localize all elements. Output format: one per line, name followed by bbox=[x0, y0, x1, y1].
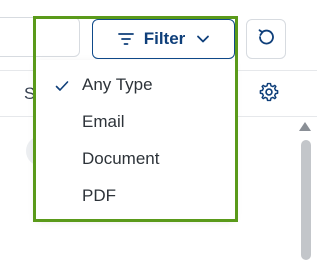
menu-item-label: Email bbox=[82, 112, 125, 131]
refresh-button[interactable] bbox=[246, 19, 286, 59]
menu-item-label: Document bbox=[82, 149, 160, 168]
scrollbar-thumb[interactable] bbox=[301, 140, 311, 260]
refresh-icon bbox=[256, 27, 276, 52]
menu-item-document[interactable]: Document bbox=[35, 141, 235, 177]
menu-item-any-type[interactable]: Any Type bbox=[35, 67, 235, 103]
scroll-up-arrow[interactable] bbox=[299, 122, 311, 131]
filter-icon bbox=[117, 30, 135, 48]
filter-dropdown-menu: Any Type Email Document PDF bbox=[35, 60, 235, 220]
filter-button[interactable]: Filter bbox=[92, 19, 235, 59]
check-icon bbox=[55, 78, 69, 92]
column-header-partial: S bbox=[24, 84, 36, 103]
menu-item-label: Any Type bbox=[82, 75, 153, 94]
menu-item-email[interactable]: Email bbox=[35, 104, 235, 140]
menu-item-pdf[interactable]: PDF bbox=[35, 178, 235, 214]
menu-item-label: PDF bbox=[82, 186, 116, 205]
filter-button-label: Filter bbox=[143, 29, 186, 48]
search-input[interactable] bbox=[0, 17, 80, 57]
gear-icon[interactable] bbox=[258, 81, 280, 103]
chevron-down-icon bbox=[196, 32, 210, 46]
